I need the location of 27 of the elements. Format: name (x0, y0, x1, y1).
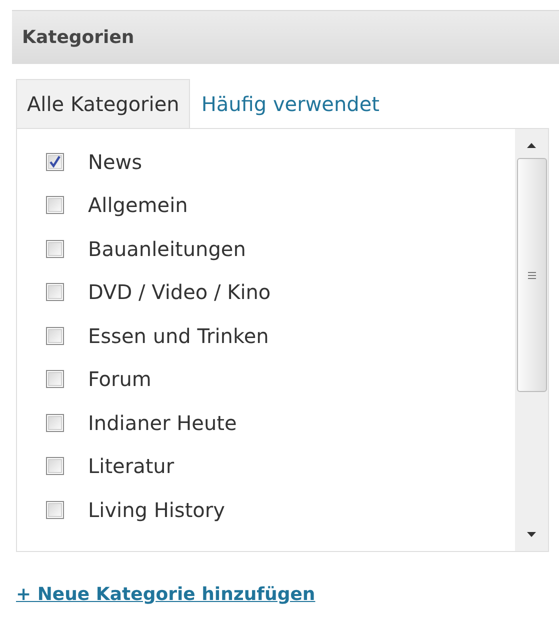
checkbox[interactable] (46, 240, 64, 258)
checkbox[interactable] (46, 283, 64, 302)
checkbox[interactable] (46, 152, 64, 171)
category-label: News (88, 150, 142, 174)
scroll-thumb[interactable] (516, 158, 546, 392)
tab[interactable]: Häufig verwendet (190, 79, 390, 128)
category-label: Literatur (88, 454, 174, 478)
category-label: Allgemein (88, 193, 188, 218)
panel-title: Kategorien (22, 27, 134, 48)
grip-icon (528, 272, 536, 278)
category-label: DVD / Video / Kino (88, 280, 271, 304)
checkbox[interactable] (46, 370, 64, 388)
checkbox[interactable] (46, 457, 64, 476)
category-label: Living History (88, 498, 225, 522)
category-label: Essen und Trinken (88, 324, 269, 348)
scrollbar[interactable] (515, 129, 548, 551)
category-label: Indianer Heute (88, 410, 237, 435)
tab[interactable]: Alle Kategorien (16, 79, 190, 128)
checkbox[interactable] (46, 414, 64, 432)
scroll-up-icon[interactable] (527, 143, 536, 148)
scroll-down-icon[interactable] (527, 532, 536, 537)
checkbox[interactable] (46, 326, 64, 345)
category-label: Bauanleitungen (88, 236, 246, 261)
add-category-link[interactable]: + Neue Kategorie hinzufügen (16, 584, 316, 605)
checkbox[interactable] (46, 196, 64, 214)
category-label: Forum (88, 367, 152, 392)
checkbox[interactable] (46, 500, 64, 519)
